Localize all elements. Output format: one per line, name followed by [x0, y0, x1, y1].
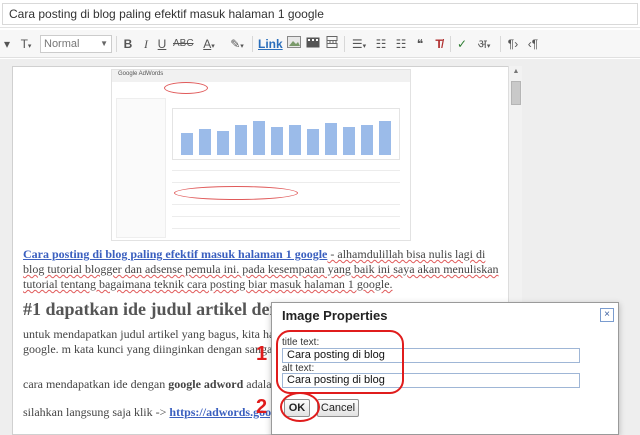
screenshot-chart-bar: [181, 133, 193, 155]
screenshot-chart-bar: [325, 123, 337, 155]
insert-jump-break-button[interactable]: [325, 35, 339, 53]
image-icon: [287, 36, 301, 48]
format-select[interactable]: Normal ▼: [40, 35, 112, 53]
spellcheck-icon: ✓: [456, 37, 468, 51]
jump-break-icon: [326, 36, 338, 48]
italic-button[interactable]: I: [140, 35, 152, 53]
scroll-thumb[interactable]: [511, 81, 521, 105]
screenshot-chart-bar: [217, 131, 229, 155]
paragraph-link-prefix: silahkan langsung saja klik ->: [23, 405, 170, 419]
screenshot-header: Google AdWords: [112, 70, 410, 82]
dialog-title: Image Properties: [282, 308, 388, 323]
quote-icon: ❝: [416, 37, 424, 51]
screenshot-highlight-oval: [174, 186, 298, 200]
insert-image-button[interactable]: [287, 35, 301, 53]
paragraph-adword-bold: google adword: [168, 377, 244, 391]
screenshot-chart-bar: [307, 129, 319, 155]
post-title-bar: Cara posting di blog paling efektif masu…: [0, 0, 640, 28]
transliteration-caret-icon: ▾: [486, 43, 491, 50]
section-heading: #1 dapatkan ide judul artikel dengan: [23, 299, 308, 319]
font-size-caret-icon: ▾: [27, 43, 32, 50]
bold-button[interactable]: B: [122, 35, 134, 53]
screenshot-sidebar: [116, 98, 166, 238]
toolbar-divider: [344, 36, 345, 52]
annotation-outline-fields: [276, 330, 404, 394]
screenshot-table-row: [172, 228, 400, 229]
spellcheck-button[interactable]: ✓: [455, 35, 469, 53]
text-color-button[interactable]: A▾: [200, 35, 218, 53]
format-select-value: Normal: [44, 38, 80, 50]
toolbar-divider: [116, 36, 117, 52]
annotation-step-2: 2: [256, 396, 268, 418]
ltr-icon: ¶›: [507, 37, 519, 51]
editor-toolbar: ▾ T▾ Normal ▼ B I U ABC A▾ ✎▾ Link ☰▾ ☷ ☷…: [0, 30, 640, 58]
paragraph-adword-prefix: cara mendapatkan ide dengan: [23, 377, 169, 391]
scroll-up-icon[interactable]: ▲: [509, 66, 523, 78]
toolbar-divider: [252, 36, 253, 52]
align-caret-icon: ▾: [362, 43, 367, 50]
bulleted-list-button[interactable]: ☷: [394, 35, 408, 53]
screenshot-chart-bar: [343, 127, 355, 155]
intro-link[interactable]: Cara posting di blog paling efektif masu…: [23, 247, 327, 261]
numbered-list-icon: ☷: [375, 37, 387, 51]
screenshot-chart-bar: [235, 125, 247, 155]
annotation-step-1: 1: [256, 343, 268, 365]
close-icon[interactable]: ×: [600, 308, 614, 322]
screenshot-chart-bar: [289, 125, 301, 155]
cancel-button[interactable]: Cancel: [317, 399, 359, 417]
underline-button[interactable]: U: [156, 35, 168, 53]
toolbar-divider: [500, 36, 501, 52]
bulleted-list-icon: ☷: [395, 37, 407, 51]
transliteration-button[interactable]: अ▾: [474, 35, 494, 53]
screenshot-table-row: [172, 204, 400, 205]
screenshot-logo: Google AdWords: [118, 71, 164, 77]
screenshot-table-row: [172, 216, 400, 217]
text-color-caret-icon: ▾: [211, 43, 215, 50]
insert-video-button[interactable]: [306, 35, 320, 53]
alignment-button[interactable]: ☰▾: [349, 35, 369, 53]
embedded-screenshot-image[interactable]: Google AdWords: [111, 69, 411, 241]
highlight-icon: ✎: [230, 37, 241, 51]
remove-formatting-button[interactable]: T̸: [432, 35, 446, 53]
strikethrough-button[interactable]: ABC: [173, 35, 194, 53]
toolbar-overflow-icon[interactable]: ▾: [2, 35, 12, 53]
screenshot-table-row: [172, 182, 400, 183]
quote-button[interactable]: ❝: [413, 35, 427, 53]
annotation-outline-ok: [280, 392, 320, 422]
highlight-color-button[interactable]: ✎▾: [228, 35, 246, 53]
screenshot-chart-bar: [199, 129, 211, 155]
screenshot-chart-bar: [271, 127, 283, 155]
transliteration-icon: अ: [477, 37, 487, 51]
screenshot-table-row: [172, 170, 400, 171]
rtl-button[interactable]: ‹¶: [526, 35, 540, 53]
screenshot-chart-bar: [253, 121, 265, 155]
screenshot-chart: [172, 108, 400, 160]
intro-paragraph: Cara posting di blog paling efektif masu…: [23, 247, 505, 292]
screenshot-chart-bar: [361, 125, 373, 155]
numbered-list-button[interactable]: ☷: [374, 35, 388, 53]
toolbar-divider: [450, 36, 451, 52]
ltr-button[interactable]: ¶›: [506, 35, 520, 53]
highlight-caret-icon: ▾: [240, 43, 244, 50]
screenshot-highlight-oval: [164, 82, 208, 94]
link-button[interactable]: Link: [258, 35, 283, 53]
post-title-input[interactable]: Cara posting di blog paling efektif masu…: [2, 3, 638, 25]
align-icon: ☰: [351, 37, 363, 51]
font-size-icon: T: [20, 37, 28, 51]
font-size-button[interactable]: T▾: [16, 35, 36, 53]
chevron-down-icon: ▼: [100, 39, 108, 48]
screenshot-chart-bar: [379, 121, 391, 155]
rtl-icon: ‹¶: [527, 37, 539, 51]
remove-formatting-icon: T̸: [435, 37, 443, 51]
video-icon: [306, 37, 320, 48]
